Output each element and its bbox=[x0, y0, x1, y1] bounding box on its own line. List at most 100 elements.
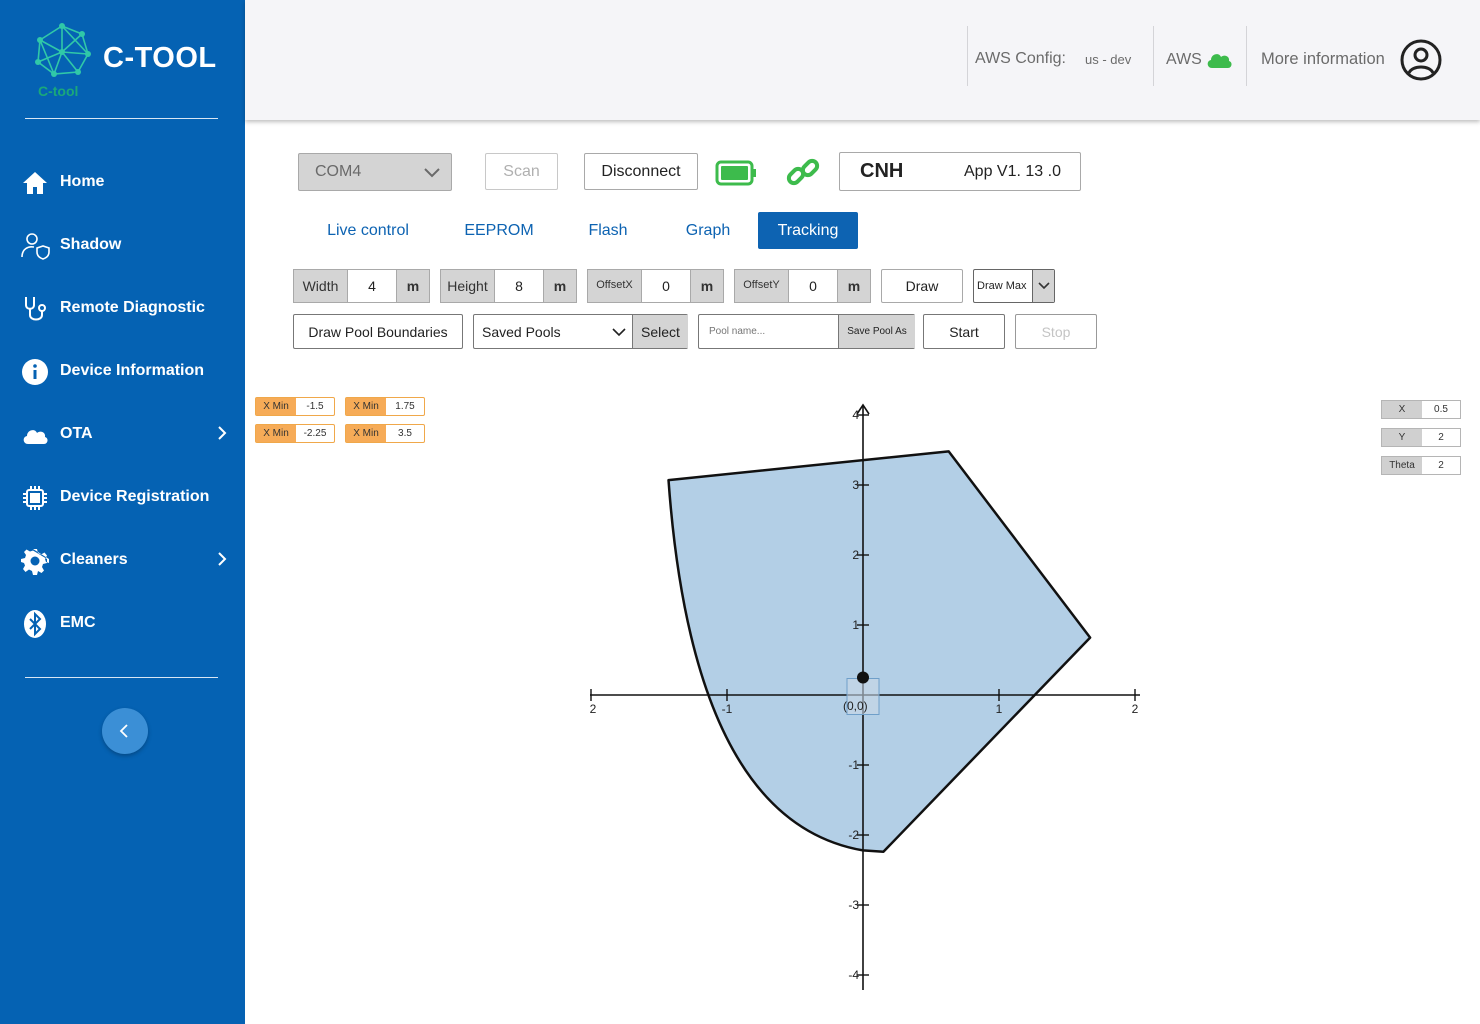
scan-button[interactable]: Scan bbox=[485, 153, 558, 190]
pool-tracking-plot[interactable]: -2 -1 1 2 4 3 2 1 -1 -2 -3 -4 (0,0) bbox=[590, 395, 1140, 995]
app-version: App V1. 13 .0 bbox=[964, 162, 1061, 180]
collapse-sidebar-button[interactable] bbox=[102, 708, 148, 754]
offset-y-input[interactable]: 0 bbox=[789, 269, 837, 303]
pool-boundary bbox=[667, 450, 1092, 854]
y-tick-label: 1 bbox=[852, 618, 859, 632]
chevron-right-icon bbox=[218, 552, 227, 566]
x-tick-label: -1 bbox=[722, 702, 733, 716]
limit-label: X Min bbox=[346, 398, 386, 415]
offset-y-label: OffsetY bbox=[734, 269, 789, 303]
y-tick-label: 3 bbox=[852, 478, 859, 492]
limit-value[interactable]: -2.25 bbox=[296, 425, 334, 442]
link-icon bbox=[786, 158, 820, 186]
robot-position-marker bbox=[857, 671, 869, 684]
aws-config-value[interactable]: us - dev bbox=[1085, 52, 1131, 67]
start-button[interactable]: Start bbox=[923, 314, 1005, 349]
aws-label: AWS bbox=[1166, 51, 1202, 68]
y-tick-label: -3 bbox=[848, 898, 859, 912]
sidebar-item-label: Home bbox=[60, 173, 105, 190]
sidebar-item-device-information[interactable]: Device Information bbox=[0, 348, 245, 394]
width-input[interactable]: 4 bbox=[348, 269, 396, 303]
stop-button[interactable]: Stop bbox=[1015, 314, 1097, 349]
sidebar-item-emc[interactable]: EMC bbox=[0, 600, 245, 646]
offset-x-input[interactable]: 0 bbox=[642, 269, 690, 303]
limit-value[interactable]: 3.5 bbox=[386, 425, 424, 442]
disconnect-button[interactable]: Disconnect bbox=[584, 153, 698, 190]
chevron-down-icon bbox=[612, 328, 626, 337]
height-unit: m bbox=[543, 269, 577, 303]
tab-live-control[interactable]: Live control bbox=[310, 212, 426, 249]
x-tick-label: 1 bbox=[996, 702, 1003, 716]
stethoscope-icon bbox=[20, 294, 50, 324]
account-icon[interactable] bbox=[1400, 39, 1442, 81]
readout-label: Theta bbox=[1382, 457, 1422, 474]
save-pool-as-button[interactable]: Save Pool As bbox=[838, 315, 915, 348]
y-tick-label: -1 bbox=[848, 758, 859, 772]
limit-label: X Min bbox=[256, 425, 296, 442]
sidebar-divider-top bbox=[25, 118, 218, 119]
limit-tag: X Min 1.75 bbox=[345, 397, 425, 416]
limit-tag: X Min -2.25 bbox=[255, 424, 335, 443]
pool-name-group: Save Pool As bbox=[698, 314, 915, 349]
saved-pools-value: Saved Pools bbox=[482, 323, 561, 340]
chevron-down-icon bbox=[1032, 270, 1054, 302]
chevron-right-icon bbox=[218, 426, 227, 440]
tab-graph[interactable]: Graph bbox=[673, 212, 743, 249]
header-divider bbox=[1246, 26, 1247, 86]
limit-value[interactable]: 1.75 bbox=[386, 398, 424, 415]
tab-eeprom[interactable]: EEPROM bbox=[455, 212, 543, 249]
port-select-value: COM4 bbox=[315, 163, 362, 180]
limit-tag: X Min -1.5 bbox=[255, 397, 335, 416]
position-y-readout: Y2 bbox=[1381, 428, 1461, 447]
saved-pools-select[interactable]: Saved Pools Select bbox=[473, 314, 688, 349]
tab-flash[interactable]: Flash bbox=[578, 212, 638, 249]
offset-x-label: OffsetX bbox=[587, 269, 642, 303]
user-shield-icon bbox=[20, 231, 50, 261]
sidebar-item-shadow[interactable]: Shadow bbox=[0, 222, 245, 268]
sidebar-item-remote-diagnostic[interactable]: Remote Diagnostic bbox=[0, 285, 245, 331]
sidebar-item-device-registration[interactable]: Device Registration bbox=[0, 474, 245, 520]
sidebar-item-label: Device Information bbox=[60, 362, 205, 379]
brand-title: C-TOOL bbox=[103, 42, 217, 74]
limit-value[interactable]: -1.5 bbox=[296, 398, 334, 415]
more-information-link[interactable]: More information bbox=[1261, 50, 1385, 69]
sidebar-item-label: Cleaners bbox=[60, 551, 128, 568]
readout-label: X bbox=[1382, 401, 1422, 418]
bluetooth-icon bbox=[20, 609, 50, 639]
info-icon bbox=[20, 357, 50, 387]
sidebar-item-label: Shadow bbox=[60, 236, 122, 253]
x-tick-label: -2 bbox=[590, 702, 597, 716]
height-label: Height bbox=[440, 269, 495, 303]
header-divider bbox=[1153, 26, 1154, 86]
sidebar-item-ota[interactable]: OTA bbox=[0, 411, 245, 457]
aws-config-label: AWS Config: bbox=[975, 50, 1066, 67]
select-pool-button[interactable]: Select bbox=[632, 315, 688, 348]
limit-label: X Min bbox=[346, 425, 386, 442]
readout-label: Y bbox=[1382, 429, 1422, 446]
sidebar-item-label: OTA bbox=[60, 425, 93, 442]
battery-icon bbox=[715, 160, 756, 186]
sidebar-item-label: Remote Diagnostic bbox=[60, 299, 205, 316]
draw-pool-boundaries-button[interactable]: Draw Pool Boundaries bbox=[293, 314, 463, 349]
height-input[interactable]: 8 bbox=[495, 269, 543, 303]
port-select[interactable]: COM4 bbox=[298, 153, 452, 191]
offset-x-unit: m bbox=[690, 269, 724, 303]
sidebar-item-cleaners[interactable]: Cleaners bbox=[0, 537, 245, 583]
draw-button[interactable]: Draw bbox=[881, 269, 963, 303]
width-unit: m bbox=[396, 269, 430, 303]
chip-icon bbox=[20, 483, 50, 513]
pool-name-input[interactable] bbox=[699, 315, 838, 348]
chevron-left-icon bbox=[119, 724, 128, 738]
limit-label: X Min bbox=[256, 398, 296, 415]
home-icon bbox=[20, 168, 50, 198]
y-tick-label: -2 bbox=[848, 828, 859, 842]
sidebar-item-home[interactable]: Home bbox=[0, 159, 245, 205]
draw-mode-select[interactable]: Draw Max bbox=[973, 269, 1055, 303]
readout-value: 2 bbox=[1438, 432, 1444, 443]
device-info-box: CNH App V1. 13 .0 bbox=[839, 152, 1081, 191]
limit-tag: X Min 3.5 bbox=[345, 424, 425, 443]
top-header: AWS Config: us - dev AWS More informatio… bbox=[245, 0, 1480, 120]
theta-readout: Theta 2 bbox=[1381, 456, 1461, 475]
tab-tracking[interactable]: Tracking bbox=[758, 212, 858, 249]
logo-text: C-tool bbox=[38, 83, 78, 98]
